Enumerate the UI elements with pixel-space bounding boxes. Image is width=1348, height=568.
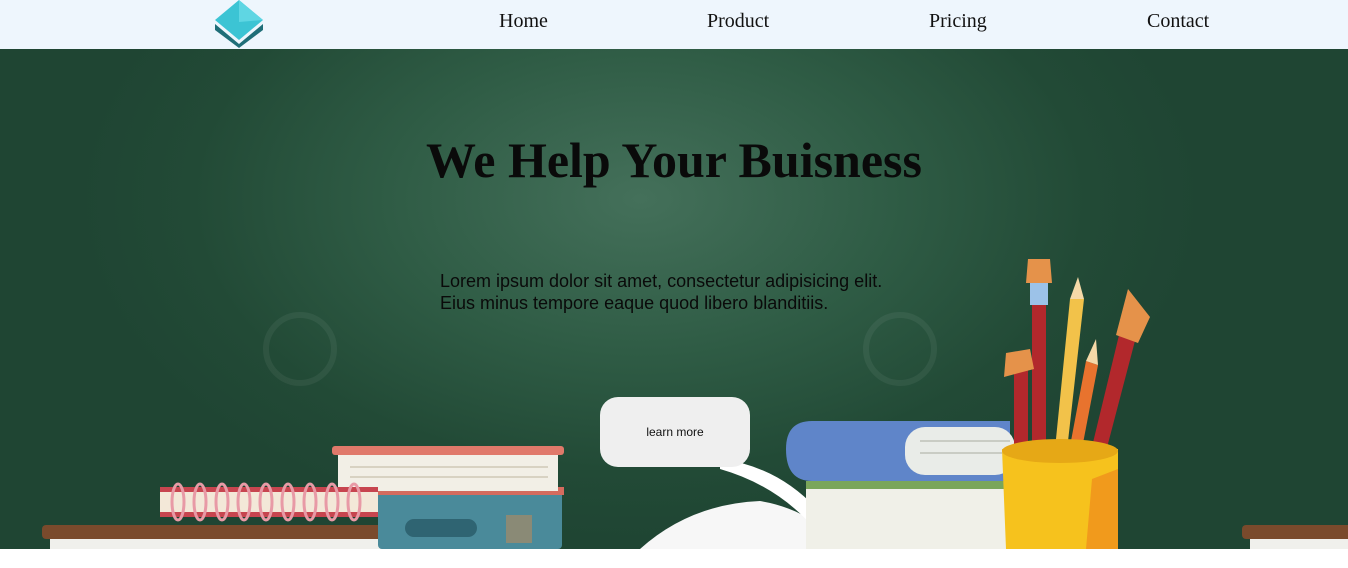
hero-description: Lorem ipsum dolor sit amet, consectetur …: [440, 270, 1000, 314]
learn-more-button[interactable]: learn more: [600, 397, 750, 467]
hero-text-line-2: Eius minus tempore eaque quod libero bla…: [440, 293, 829, 313]
page-bottom-strip: [0, 549, 1348, 568]
logo-icon[interactable]: [212, 0, 266, 48]
nav-contact[interactable]: Contact: [1147, 10, 1209, 33]
nav-product[interactable]: Product: [707, 10, 769, 33]
hero-text-line-1: Lorem ipsum dolor sit amet, consectetur …: [440, 271, 883, 291]
hero-section: We Help Your Buisness Lorem ipsum dolor …: [0, 49, 1348, 549]
nav-home[interactable]: Home: [499, 10, 548, 33]
nav-pricing[interactable]: Pricing: [929, 10, 987, 33]
top-navbar: Home Product Pricing Contact: [0, 0, 1348, 49]
hero-title: We Help Your Buisness: [426, 132, 922, 188]
